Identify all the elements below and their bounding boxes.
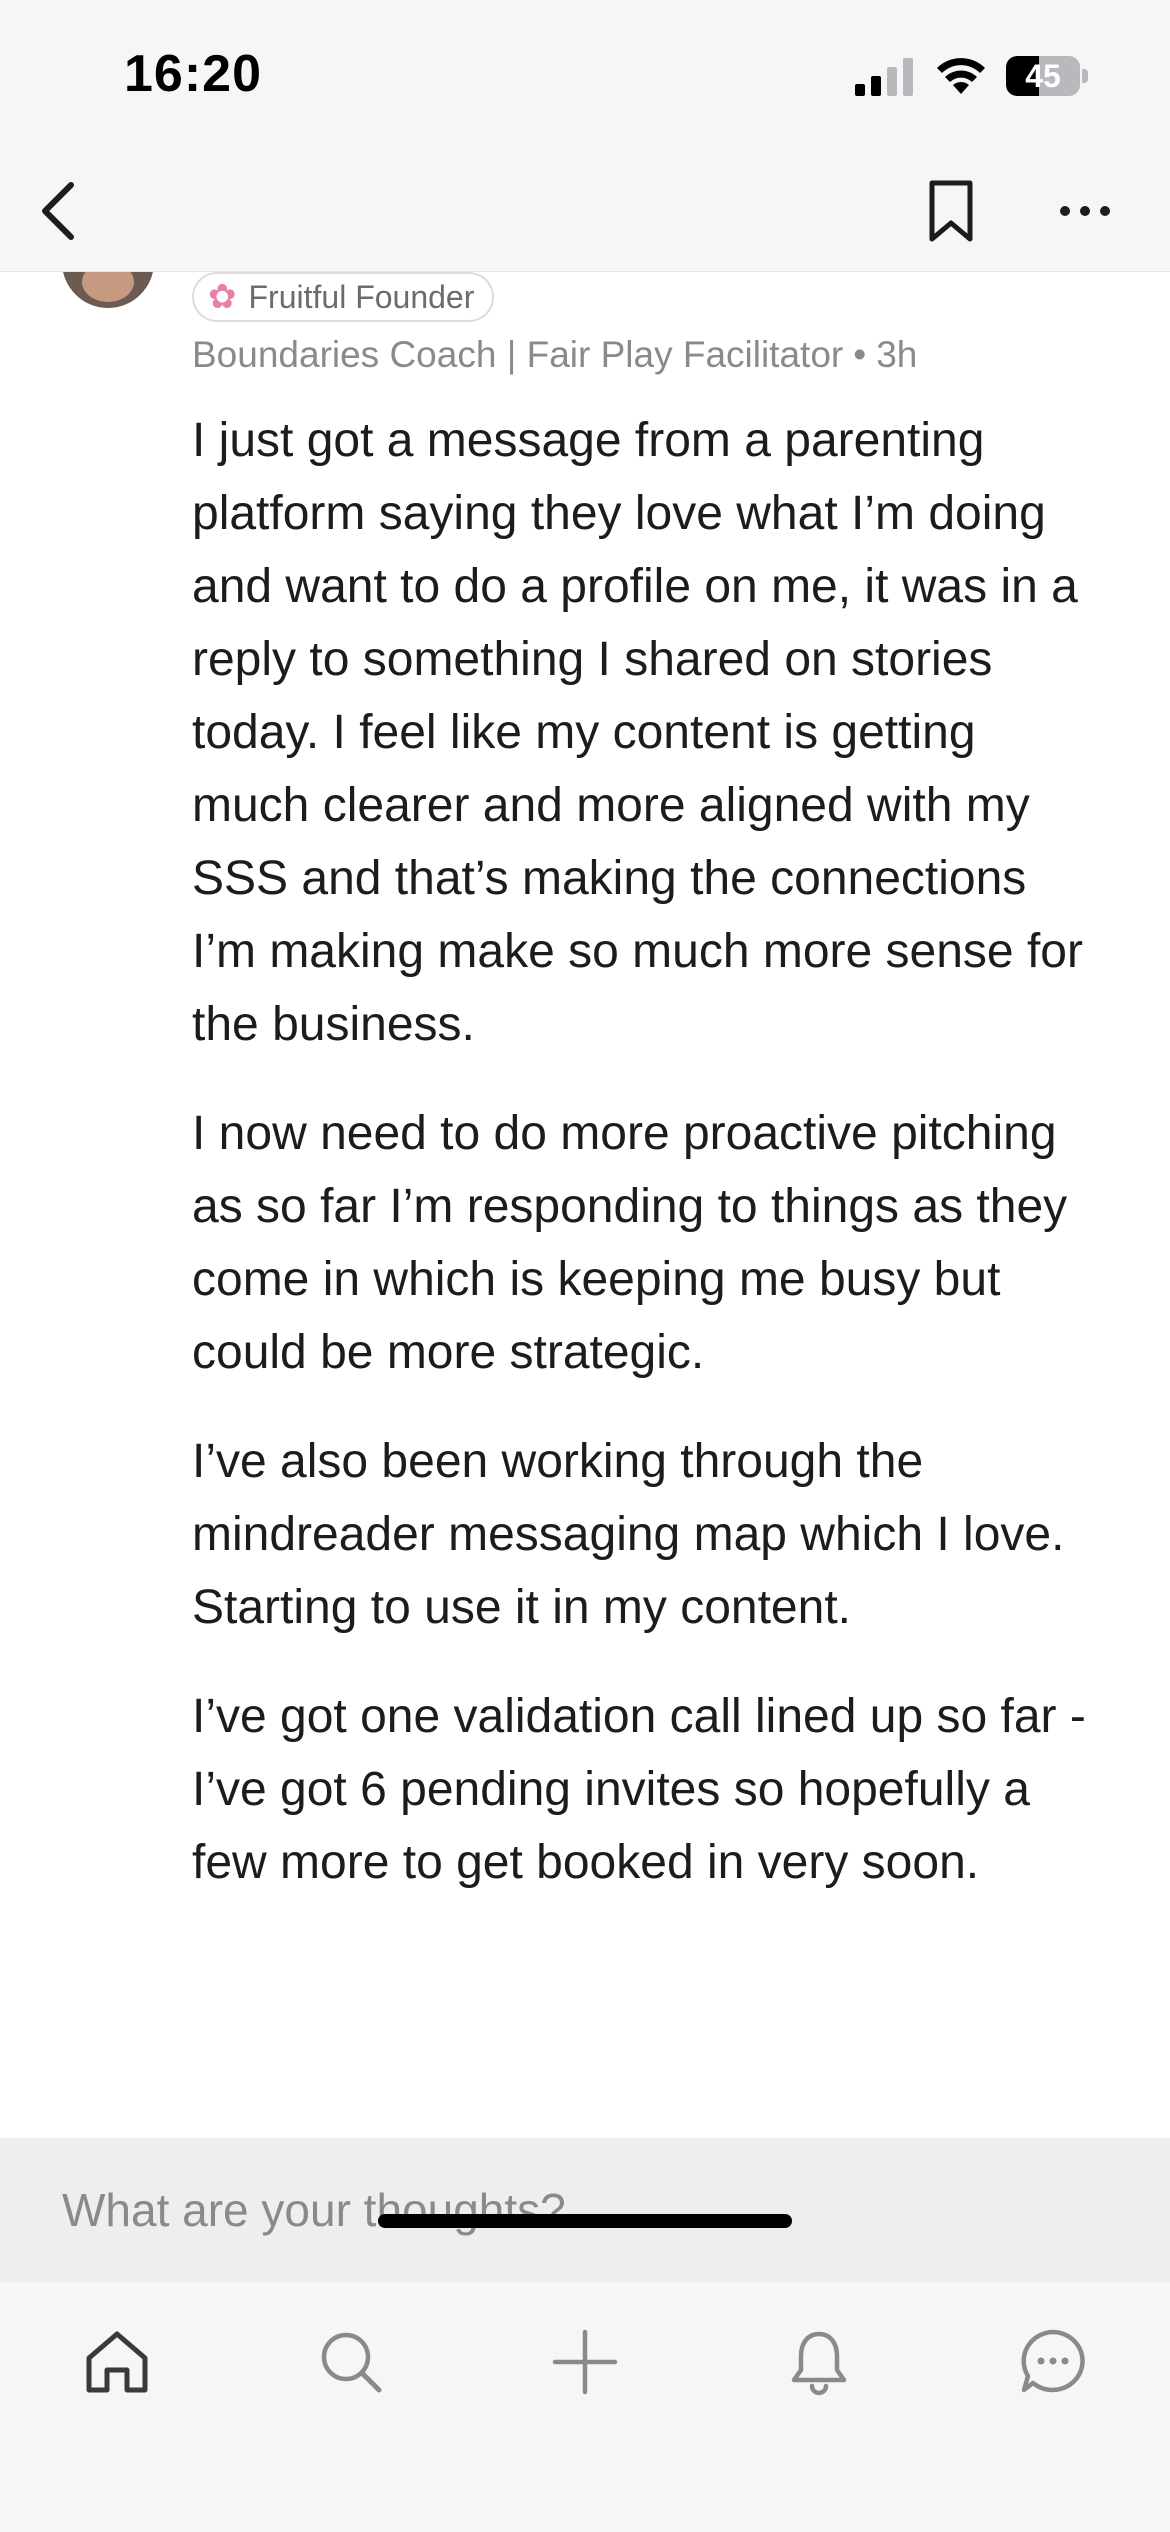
post-content: ✿ Fruitful Founder Boundaries Coach | Fa… (0, 272, 1170, 2138)
reply-composer (0, 2138, 1170, 2282)
bookmark-icon (929, 180, 973, 242)
tab-home[interactable] (67, 2312, 167, 2412)
battery-level: 45 (1025, 58, 1061, 94)
post-paragraph: I’ve also been working through the mindr… (192, 1435, 1065, 1634)
status-bar: 16:20 45 (0, 0, 1170, 150)
chevron-left-icon (42, 182, 74, 240)
more-options-button[interactable] (1040, 166, 1130, 256)
chat-icon (1021, 2329, 1085, 2393)
author-title: Boundaries Coach | Fair Play Facilitator (192, 334, 844, 375)
home-indicator[interactable] (378, 2214, 792, 2228)
post-body: I just got a message from a parenting pl… (192, 404, 1092, 1935)
back-button[interactable] (14, 166, 104, 256)
more-horizontal-icon (1060, 206, 1110, 216)
bookmark-button[interactable] (906, 166, 996, 256)
post-meta: Boundaries Coach | Fair Play Facilitator… (192, 334, 917, 376)
tab-notifications[interactable] (769, 2312, 869, 2412)
badge-label: Fruitful Founder (248, 278, 475, 315)
author-avatar[interactable] (62, 272, 154, 308)
post-paragraph: I now need to do more proactive pitching… (192, 1107, 1068, 1379)
plus-icon (552, 2329, 618, 2395)
cherry-blossom-icon: ✿ (208, 278, 237, 316)
wifi-icon (937, 58, 985, 94)
post-time: 3h (876, 334, 918, 375)
tab-bar (0, 2282, 1170, 2532)
reply-input[interactable] (62, 2138, 1122, 2282)
bell-icon (791, 2331, 847, 2396)
home-icon (86, 2331, 148, 2393)
search-icon (321, 2332, 382, 2393)
meta-separator: • (853, 334, 867, 375)
battery-icon: 45 (1006, 56, 1088, 96)
tab-create[interactable] (535, 2312, 635, 2412)
post-paragraph: I’ve got one validation call lined up so… (192, 1690, 1086, 1889)
status-time: 16:20 (124, 45, 262, 103)
cellular-signal-icon (855, 58, 913, 96)
status-badge[interactable]: ✿ Fruitful Founder (192, 272, 495, 322)
tab-search[interactable] (301, 2312, 401, 2412)
tab-messages[interactable] (1003, 2312, 1103, 2412)
navigation-bar (0, 150, 1170, 272)
post-paragraph: I just got a message from a parenting pl… (192, 414, 1083, 1051)
